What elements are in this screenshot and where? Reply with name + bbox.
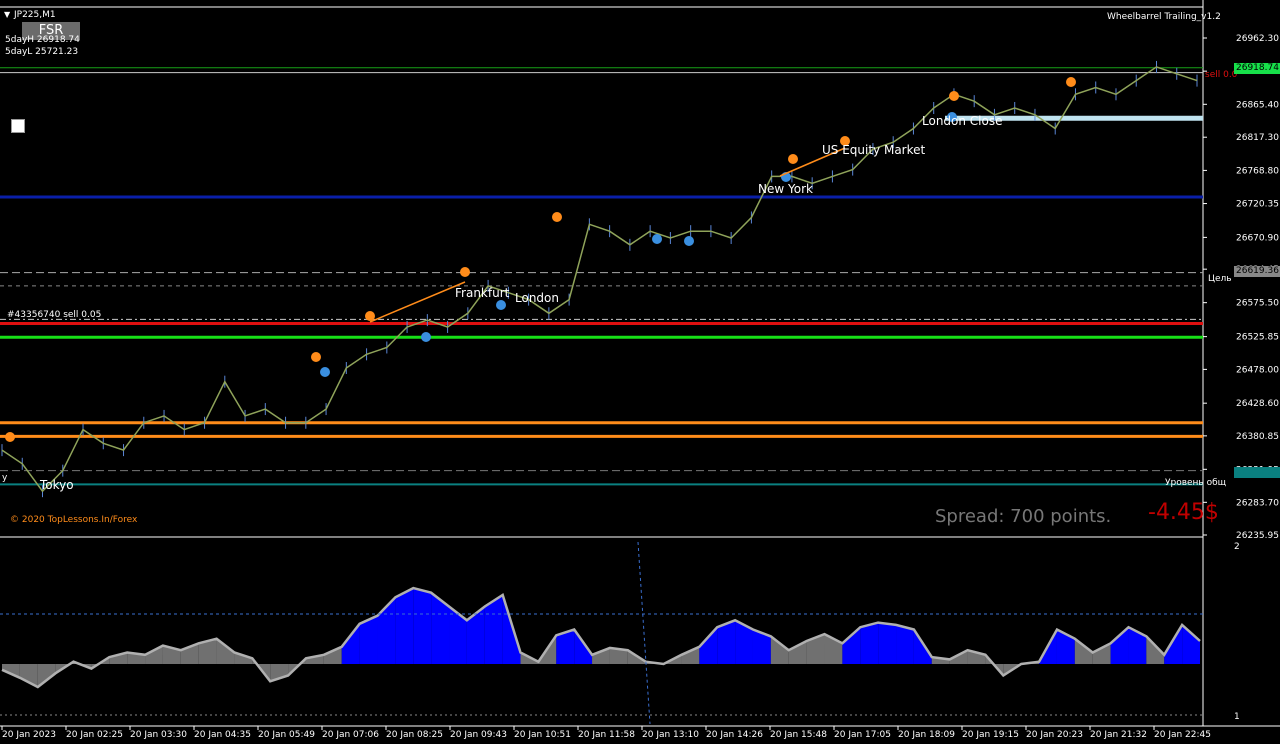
x-tick-label: 20 Jan 22:45 bbox=[1154, 730, 1211, 740]
x-tick-label: 20 Jan 19:15 bbox=[962, 730, 1019, 740]
y-tick-label: 26478.00 bbox=[1236, 365, 1279, 375]
y-tick-label: 26235.95 bbox=[1236, 531, 1279, 541]
spread-label: Spread: 700 points. bbox=[935, 506, 1112, 527]
x-tick-label: 20 Jan 07:06 bbox=[322, 730, 379, 740]
orange-marker bbox=[949, 91, 959, 101]
target-price-tag: 26619.36 bbox=[1234, 266, 1280, 277]
x-tick-label: 20 Jan 13:10 bbox=[642, 730, 699, 740]
bottom-price-tag: 26310.35 bbox=[1234, 467, 1280, 478]
x-tick-label: 20 Jan 18:09 bbox=[898, 730, 955, 740]
session-us-equity: US Equity Market bbox=[822, 143, 926, 157]
orange-marker bbox=[5, 432, 15, 442]
orange-marker bbox=[552, 212, 562, 222]
indicator-name: Wheelbarrel Trailing_v1.2 bbox=[1107, 12, 1221, 22]
osc-y-tick-label: 2 bbox=[1234, 542, 1240, 552]
y-marker-label: y bbox=[2, 473, 8, 483]
copyright-label: © 2020 TopLessons.In/Forex bbox=[10, 515, 138, 525]
y-tick-label: 26962.30 bbox=[1236, 34, 1279, 44]
day-low-label: 5dayL 25721.23 bbox=[5, 47, 79, 57]
orange-marker bbox=[460, 267, 470, 277]
toggle-checkbox[interactable] bbox=[11, 119, 25, 133]
x-tick-label: 20 Jan 17:05 bbox=[834, 730, 891, 740]
y-tick-label: 26670.90 bbox=[1236, 233, 1279, 243]
y-tick-label: 26380.85 bbox=[1236, 432, 1279, 442]
x-tick-label: 20 Jan 20:23 bbox=[1026, 730, 1083, 740]
y-tick-label: 26720.35 bbox=[1236, 200, 1279, 210]
dropdown-arrow-icon[interactable]: ▼ bbox=[4, 10, 10, 19]
total-level-label: Уровень общ bbox=[1165, 478, 1227, 488]
current-price-tag: 26918.74 bbox=[1234, 63, 1280, 74]
osc-bar bbox=[413, 588, 432, 664]
blue-marker bbox=[496, 300, 506, 310]
blue-marker bbox=[421, 332, 431, 342]
osc-y-tick-label: 1 bbox=[1234, 712, 1240, 722]
target-label: Цель bbox=[1208, 274, 1232, 284]
orange-marker bbox=[1066, 77, 1076, 87]
osc-bar bbox=[860, 622, 879, 664]
y-tick-label: 26865.40 bbox=[1236, 100, 1279, 110]
blue-marker bbox=[684, 236, 694, 246]
x-tick-label: 20 Jan 05:49 bbox=[258, 730, 315, 740]
symbol-label: JP225,M1 bbox=[14, 10, 56, 20]
session-london-close: London Close bbox=[922, 114, 1003, 128]
session-frankfurt: Frankfurt bbox=[455, 286, 510, 300]
x-tick-label: 20 Jan 03:30 bbox=[130, 730, 187, 740]
x-tick-label: 20 Jan 15:48 bbox=[770, 730, 827, 740]
session-new-york: New York bbox=[758, 182, 813, 196]
y-tick-label: 26575.50 bbox=[1236, 299, 1279, 309]
orange-marker bbox=[365, 311, 375, 321]
x-tick-label: 20 Jan 04:35 bbox=[194, 730, 251, 740]
session-tokyo: Tokyo bbox=[40, 478, 74, 492]
y-tick-label: 26817.30 bbox=[1236, 133, 1279, 143]
orange-marker bbox=[788, 154, 798, 164]
x-tick-label: 20 Jan 11:58 bbox=[578, 730, 635, 740]
profit-label: -4.45$ bbox=[1148, 500, 1219, 525]
x-tick-label: 20 Jan 21:32 bbox=[1090, 730, 1147, 740]
osc-bar bbox=[896, 624, 914, 664]
blue-marker bbox=[320, 367, 330, 377]
blue-marker bbox=[652, 234, 662, 244]
orange-marker bbox=[311, 352, 321, 362]
x-tick-label: 20 Jan 02:25 bbox=[66, 730, 123, 740]
session-london: London bbox=[515, 291, 559, 305]
x-tick-label: 20 Jan 2023 bbox=[2, 730, 56, 740]
sell-tag: sell 0.0 bbox=[1205, 70, 1238, 80]
y-tick-label: 26525.85 bbox=[1236, 333, 1279, 343]
day-high-label: 5dayH 26918.74 bbox=[5, 35, 80, 45]
y-tick-label: 26768.80 bbox=[1236, 166, 1279, 176]
x-tick-label: 20 Jan 14:26 bbox=[706, 730, 763, 740]
x-tick-label: 20 Jan 09:43 bbox=[450, 730, 507, 740]
x-tick-label: 20 Jan 10:51 bbox=[514, 730, 571, 740]
chart-canvas: 26962.3026913.8526865.4026817.3026768.80… bbox=[0, 0, 1280, 744]
osc-bar bbox=[878, 622, 897, 664]
y-tick-label: 26283.70 bbox=[1236, 498, 1279, 508]
osc-bar bbox=[395, 588, 414, 664]
y-tick-label: 26428.60 bbox=[1236, 399, 1279, 409]
order-label[interactable]: #43356740 sell 0.05 bbox=[7, 310, 101, 320]
x-tick-label: 20 Jan 08:25 bbox=[386, 730, 443, 740]
